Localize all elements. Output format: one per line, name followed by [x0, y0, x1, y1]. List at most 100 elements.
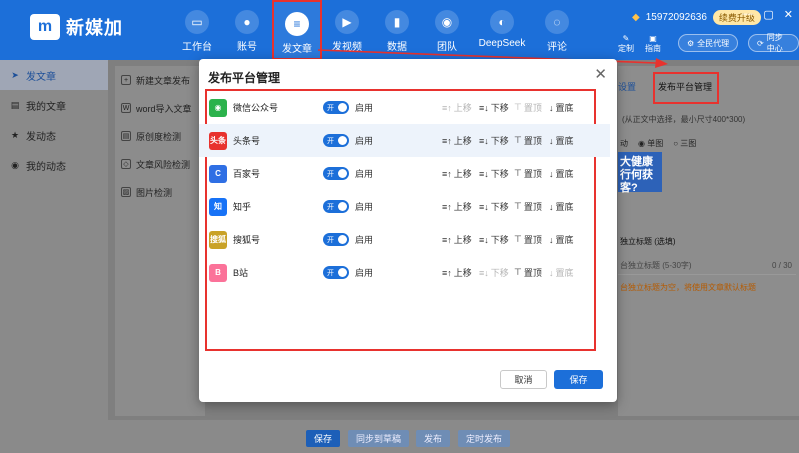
- sidebar-item-my-posts[interactable]: ◉ 我的动态: [0, 150, 108, 180]
- platform-row: 头条 头条号 开 启用 ≡↑ 上移 ≡↓ 下移 ⊤ 置顶 ↓ 置底: [199, 124, 610, 157]
- move-bottom-label: 置底: [555, 169, 574, 179]
- sub-item-image-check[interactable]: ▨ 图片检测: [121, 182, 205, 202]
- shield-icon: ◇: [121, 159, 131, 169]
- move-up-button[interactable]: ≡↑ 上移: [442, 101, 472, 114]
- move-up-button[interactable]: ≡↑ 上移: [442, 266, 472, 279]
- move-bottom-label: 置底: [555, 136, 574, 146]
- whale-icon: ◐: [490, 10, 514, 34]
- move-bottom-button[interactable]: ↓ 置底: [549, 167, 574, 180]
- move-down-icon: ≡↓: [479, 234, 489, 245]
- move-bottom-label: 置底: [555, 268, 574, 278]
- sub-item-new-article[interactable]: + 新建文章发布: [121, 70, 205, 90]
- toggle-knob: [338, 268, 347, 277]
- move-down-label: 下移: [490, 136, 509, 146]
- radio-three[interactable]: ○ 三图: [673, 138, 696, 149]
- platform-management-dialog: 发布平台管理 ✕ ◉ 微信公众号开启用 ≡↑ 上移 ≡↓ 下移 ⊤ 置顶 ↓ 置底 头条 头条号开启用…: [199, 59, 617, 402]
- move-down-button[interactable]: ≡↓ 下移: [479, 101, 509, 114]
- nav-item-account[interactable]: ● 账号: [222, 0, 272, 60]
- enable-toggle[interactable]: 开: [323, 266, 349, 279]
- minimize-icon[interactable]: —: [742, 8, 753, 21]
- move-bottom-button[interactable]: ↓ 置底: [549, 101, 574, 114]
- image-icon: ▨: [121, 187, 131, 197]
- move-down-button[interactable]: ≡↓ 下移: [479, 200, 509, 213]
- sync-draft-button[interactable]: 同步到草稿: [348, 430, 410, 447]
- radio-single[interactable]: ◉ 单图: [638, 138, 663, 149]
- publish-button[interactable]: 发布: [416, 430, 451, 447]
- toggle-on-label: 开: [327, 170, 334, 178]
- sidebar-item-label: 发文章: [26, 71, 56, 83]
- move-down-button[interactable]: ≡↓ 下移: [479, 266, 509, 279]
- diamond-icon: ◆: [632, 12, 640, 23]
- sub-item-label: 图片检测: [136, 187, 173, 198]
- move-top-button[interactable]: ⊤ 置顶: [514, 167, 542, 180]
- move-up-icon: ≡↑: [442, 234, 452, 245]
- sidebar: ➤ 发文章 ▤ 我的文章 ★ 发动态 ◉ 我的动态: [0, 60, 108, 453]
- move-bottom-button[interactable]: ↓ 置底: [549, 200, 574, 213]
- nav-item-publish-article[interactable]: ≡ 发文章: [272, 0, 322, 60]
- nav-label: 发文章: [282, 44, 312, 55]
- enable-toggle[interactable]: 开: [323, 233, 349, 246]
- enabled-label: 启用: [355, 202, 374, 212]
- check-doc-icon: ▤: [121, 131, 131, 141]
- enable-toggle[interactable]: 开: [323, 200, 349, 213]
- video-icon: ▶: [335, 10, 359, 34]
- move-bottom-button[interactable]: ↓ 置底: [549, 266, 574, 279]
- enable-toggle[interactable]: 开: [323, 101, 349, 114]
- sub-item-risk-check[interactable]: ◇ 文章风险检测: [121, 154, 205, 174]
- move-top-button[interactable]: ⊤ 置顶: [514, 101, 542, 114]
- guide-icon: ▣: [649, 34, 657, 43]
- sub-item-label: 原创度检测: [136, 131, 182, 142]
- move-up-icon: ≡↑: [442, 135, 452, 146]
- move-top-button[interactable]: ⊤ 置顶: [514, 134, 542, 147]
- user-icon: ●: [235, 10, 259, 34]
- move-down-icon: ≡↓: [479, 102, 489, 113]
- move-down-button[interactable]: ≡↓ 下移: [479, 233, 509, 246]
- move-up-icon: ≡↑: [442, 267, 452, 278]
- sub-item-word-import[interactable]: W word导入文章: [121, 98, 205, 118]
- phone-number: 15972092636: [645, 12, 707, 23]
- move-up-button[interactable]: ≡↑ 上移: [442, 167, 472, 180]
- agent-icon: ⚙: [687, 38, 695, 48]
- move-down-button[interactable]: ≡↓ 下移: [479, 134, 509, 147]
- move-bottom-button[interactable]: ↓ 置底: [549, 233, 574, 246]
- sub-nav: + 新建文章发布 W word导入文章 ▤ 原创度检测 ◇ 文章风险检测 ▨ 图…: [115, 66, 205, 416]
- sidebar-item-publish-article[interactable]: ➤ 发文章: [0, 60, 108, 90]
- nav-item-workbench[interactable]: ▭ 工作台: [172, 0, 222, 60]
- enable-toggle[interactable]: 开: [323, 167, 349, 180]
- maximize-icon[interactable]: ▢: [763, 8, 773, 21]
- bottom-save-button[interactable]: 保存: [306, 430, 341, 447]
- bar-chart-icon: ▮: [385, 10, 409, 34]
- close-icon[interactable]: ✕: [594, 65, 607, 83]
- agent-button[interactable]: ⚙ 全民代理: [678, 34, 739, 52]
- move-bottom-button[interactable]: ↓ 置底: [549, 134, 574, 147]
- document-icon: ≡: [285, 12, 309, 36]
- tab-settings[interactable]: 设置: [618, 80, 636, 93]
- team-icon: ◉: [435, 10, 459, 34]
- move-up-label: 上移: [453, 268, 472, 278]
- radio-auto[interactable]: 动: [620, 138, 628, 149]
- input-placeholder: 台独立标题 (5-30字): [620, 261, 692, 270]
- move-up-button[interactable]: ≡↑ 上移: [442, 233, 472, 246]
- move-down-icon: ≡↓: [479, 135, 489, 146]
- move-down-button[interactable]: ≡↓ 下移: [479, 167, 509, 180]
- custom-icon: ✎: [622, 34, 630, 43]
- cover-preview: 大健康行何获客?: [618, 152, 662, 194]
- move-top-button[interactable]: ⊤ 置顶: [514, 200, 542, 213]
- move-up-button[interactable]: ≡↑ 上移: [442, 134, 472, 147]
- sidebar-item-my-articles[interactable]: ▤ 我的文章: [0, 90, 108, 120]
- cancel-button[interactable]: 取消: [500, 370, 547, 389]
- enable-toggle[interactable]: 开: [323, 134, 349, 147]
- bottom-bar: [108, 420, 799, 453]
- schedule-publish-button[interactable]: 定时发布: [458, 430, 511, 447]
- save-button[interactable]: 保存: [554, 370, 603, 389]
- move-top-button[interactable]: ⊤ 置顶: [514, 266, 542, 279]
- sidebar-item-publish-post[interactable]: ★ 发动态: [0, 120, 108, 150]
- sync-center-button[interactable]: ⟳ 同步中心: [748, 33, 799, 53]
- move-top-label: 置顶: [523, 268, 542, 278]
- standalone-title-input[interactable]: 台独立标题 (5-30字) 0 / 30: [618, 257, 796, 275]
- close-icon[interactable]: ✕: [784, 8, 793, 21]
- move-top-button[interactable]: ⊤ 置顶: [514, 233, 542, 246]
- move-up-button[interactable]: ≡↑ 上移: [442, 200, 472, 213]
- toggle-knob: [338, 136, 347, 145]
- sub-item-originality-check[interactable]: ▤ 原创度检测: [121, 126, 205, 146]
